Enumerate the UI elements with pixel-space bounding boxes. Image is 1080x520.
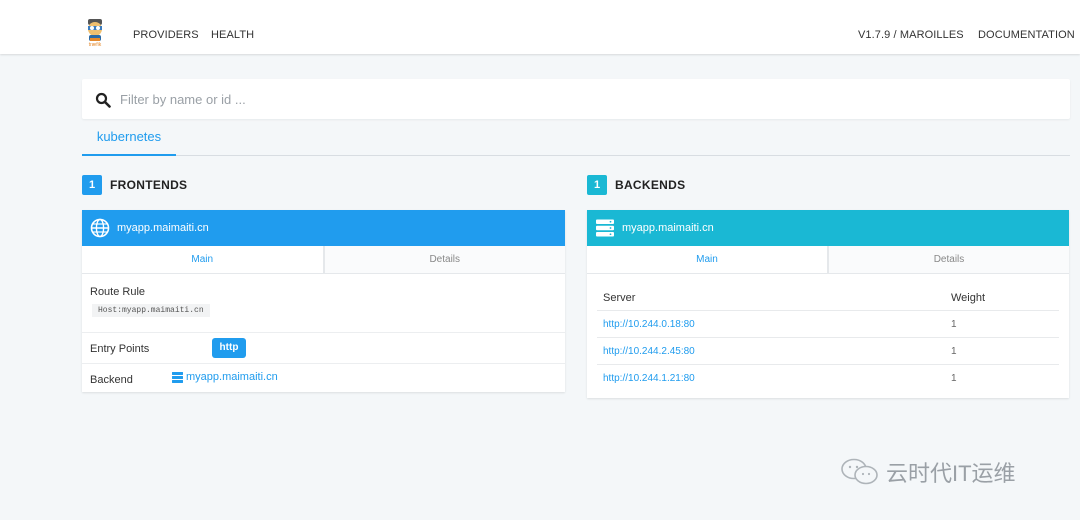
server-weight: 1 — [951, 346, 957, 357]
route-rule-label: Route Rule — [90, 286, 146, 298]
backend-link-text: myapp.maimaiti.cn — [186, 371, 278, 383]
entry-points-row: Entry Points http — [82, 333, 565, 364]
wechat-icon — [840, 457, 880, 487]
frontend-card-header: myapp.maimaiti.cn — [82, 210, 565, 246]
backends-heading: 1 BACKENDS — [587, 175, 685, 195]
backend-card-header: myapp.maimaiti.cn — [587, 210, 1069, 246]
server-weight: 1 — [951, 373, 957, 384]
backend-row: Backend myapp.maimaiti.cn — [82, 364, 565, 392]
table-row: http://10.244.2.45:80 1 — [597, 338, 1059, 365]
watermark-text: 云时代IT运维 — [886, 461, 1016, 486]
entry-point-http-badge[interactable]: http — [212, 338, 246, 358]
table-row: http://10.244.0.18:80 1 — [597, 311, 1059, 338]
documentation-link[interactable]: DOCUMENTATION — [978, 29, 1075, 41]
backend-tab-main[interactable]: Main — [587, 246, 828, 273]
backend-link[interactable]: myapp.maimaiti.cn — [172, 371, 278, 383]
logo-wordmark: træfik — [88, 42, 102, 48]
backend-servers-table: Server Weight http://10.244.0.18:80 1 ht… — [597, 284, 1059, 392]
table-header-row: Server Weight — [597, 284, 1059, 311]
entry-points-label: Entry Points — [90, 343, 150, 355]
backend-name: myapp.maimaiti.cn — [622, 222, 714, 234]
backend-label: Backend — [90, 374, 133, 386]
nav-providers-link[interactable]: PROVIDERS — [133, 29, 199, 41]
frontend-card-tabs: Main Details — [82, 246, 565, 274]
server-weight: 1 — [951, 319, 957, 330]
version-link[interactable]: V1.7.9 / MAROILLES — [858, 29, 964, 41]
backend-card: myapp.maimaiti.cn Main Details Server We… — [587, 210, 1069, 398]
server-url[interactable]: http://10.244.0.18:80 — [603, 319, 695, 330]
tab-kubernetes[interactable]: kubernetes — [82, 126, 176, 156]
frontends-count-badge: 1 — [82, 175, 102, 195]
route-rule-row: Route Rule Host:myapp.maimaiti.cn — [82, 274, 565, 333]
server-url[interactable]: http://10.244.1.21:80 — [603, 373, 695, 384]
frontend-tab-details[interactable]: Details — [323, 246, 565, 273]
server-icon — [172, 371, 183, 383]
weight-column-header: Weight — [951, 292, 986, 304]
frontend-tab-main[interactable]: Main — [82, 246, 324, 273]
backends-count-badge: 1 — [587, 175, 607, 195]
table-row: http://10.244.1.21:80 1 — [597, 365, 1059, 392]
backend-tab-details[interactable]: Details — [828, 246, 1069, 273]
search-icon — [95, 92, 111, 108]
frontends-heading: 1 FRONTENDS — [82, 175, 187, 195]
nav-health-link[interactable]: HEALTH — [211, 29, 254, 41]
provider-tabs: kubernetes — [82, 126, 1070, 156]
route-rule-value: Host:myapp.maimaiti.cn — [92, 304, 210, 317]
frontend-card: myapp.maimaiti.cn Main Details Route Rul… — [82, 210, 565, 392]
server-column-header: Server — [603, 292, 636, 304]
filter-search-box — [82, 79, 1070, 119]
traefik-logo[interactable]: træfik — [84, 18, 106, 52]
frontend-name: myapp.maimaiti.cn — [117, 222, 209, 234]
backends-title: BACKENDS — [615, 178, 686, 192]
backend-card-tabs: Main Details — [587, 246, 1069, 274]
filter-input[interactable] — [120, 88, 1020, 110]
top-navbar: træfik PROVIDERS HEALTH V1.7.9 / MAROILL… — [0, 0, 1080, 54]
globe-icon — [90, 218, 110, 238]
frontends-title: FRONTENDS — [110, 178, 188, 192]
server-url[interactable]: http://10.244.2.45:80 — [603, 346, 695, 357]
watermark: 云时代IT运维 — [840, 456, 1016, 488]
server-icon — [595, 218, 615, 238]
